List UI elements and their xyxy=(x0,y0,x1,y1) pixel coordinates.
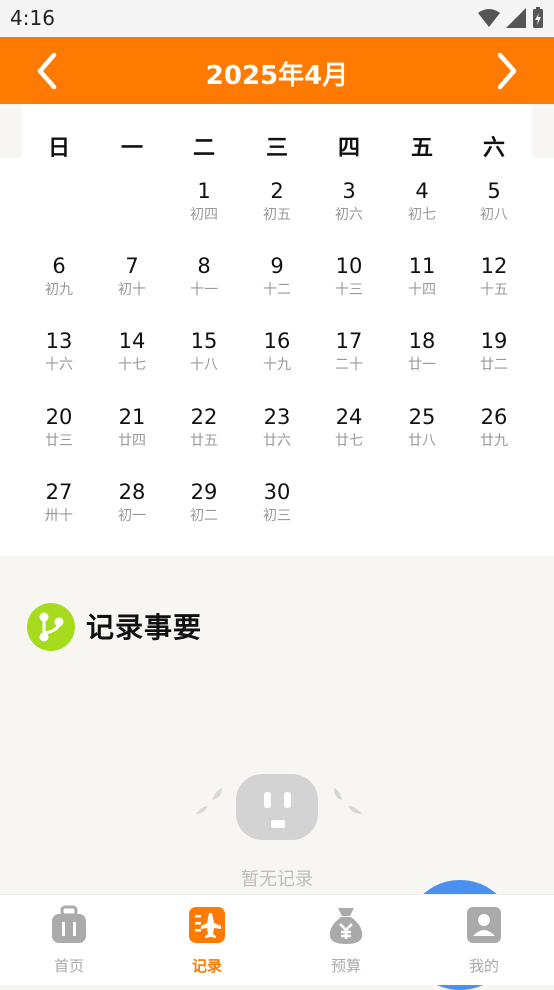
status-bar: 4:16 xyxy=(0,0,554,37)
chevron-right-icon[interactable] xyxy=(488,51,524,91)
calendar-day[interactable]: 18 廿一 xyxy=(392,328,452,374)
calendar-day[interactable]: 19 廿二 xyxy=(464,328,524,374)
weekday-sat: 六 xyxy=(482,136,505,161)
section-title: 记录事要 xyxy=(86,611,203,644)
weekday-sun: 日 xyxy=(47,136,70,161)
tab-record[interactable]: 记录 xyxy=(167,905,247,976)
calendar-day[interactable]: 25 廿八 xyxy=(392,404,452,450)
calendar-day[interactable]: 24 廿七 xyxy=(319,404,379,450)
luggage-icon xyxy=(52,905,86,943)
calendar-day[interactable]: 3 初六 xyxy=(319,178,379,224)
tab-budget[interactable]: 预算 xyxy=(306,905,386,976)
status-icons xyxy=(478,7,544,29)
month-header: 2025年4月 xyxy=(0,37,554,104)
calendar-day[interactable]: 10 十三 xyxy=(319,253,379,299)
status-time: 4:16 xyxy=(10,6,55,30)
tab-home[interactable]: 首页 xyxy=(29,905,109,976)
calendar-day[interactable]: 28 初一 xyxy=(102,479,162,525)
weekday-mon: 一 xyxy=(120,136,143,161)
weekday-thu: 四 xyxy=(337,136,360,161)
tab-mine[interactable]: 我的 xyxy=(444,905,524,976)
battery-icon xyxy=(533,7,543,28)
weekday-tue: 二 xyxy=(192,136,215,161)
calendar-day[interactable]: 2 初五 xyxy=(247,178,307,224)
calendar-day[interactable]: 15 十八 xyxy=(174,328,234,374)
calendar-day[interactable]: 21 廿四 xyxy=(102,404,162,450)
calendar-day[interactable]: 14 十七 xyxy=(102,328,162,374)
calendar-day[interactable]: 29 初二 xyxy=(174,479,234,525)
calendar-day[interactable]: 27 卅十 xyxy=(29,479,89,525)
weekday-fri: 五 xyxy=(410,136,433,161)
empty-crying-face-icon xyxy=(196,774,362,840)
month-title: 2025年4月 xyxy=(205,61,349,91)
calendar-day[interactable]: 22 廿五 xyxy=(174,404,234,450)
calendar-day[interactable]: 17 二十 xyxy=(319,328,379,374)
calendar-day[interactable]: 20 廿三 xyxy=(29,404,89,450)
profile-icon xyxy=(467,907,501,943)
weekday-wed: 三 xyxy=(265,136,288,161)
money-bag-icon xyxy=(329,908,363,944)
calendar-day[interactable]: 8 十一 xyxy=(174,253,234,299)
calendar-day[interactable]: 6 初九 xyxy=(29,253,89,299)
calendar-day[interactable]: 1 初四 xyxy=(174,178,234,224)
calendar-day[interactable]: 30 初三 xyxy=(247,479,307,525)
calendar-day[interactable]: 26 廿九 xyxy=(464,404,524,450)
flight-record-icon xyxy=(189,907,225,943)
calendar-day[interactable]: 16 十九 xyxy=(247,328,307,374)
branch-icon xyxy=(27,603,75,651)
calendar-day[interactable]: 4 初七 xyxy=(392,178,452,224)
signal-icon xyxy=(506,8,526,28)
calendar-day[interactable]: 12 十五 xyxy=(464,253,524,299)
calendar-day[interactable]: 7 初十 xyxy=(102,253,162,299)
calendar-day[interactable]: 5 初八 xyxy=(464,178,524,224)
calendar-day[interactable]: 23 廿六 xyxy=(247,404,307,450)
calendar-day[interactable]: 9 十二 xyxy=(247,253,307,299)
calendar-day[interactable]: 11 十四 xyxy=(392,253,452,299)
bottom-tab-bar: 首页 记录 预算 我的 xyxy=(0,894,554,985)
wifi-icon xyxy=(478,9,500,27)
calendar-day[interactable]: 13 十六 xyxy=(29,328,89,374)
